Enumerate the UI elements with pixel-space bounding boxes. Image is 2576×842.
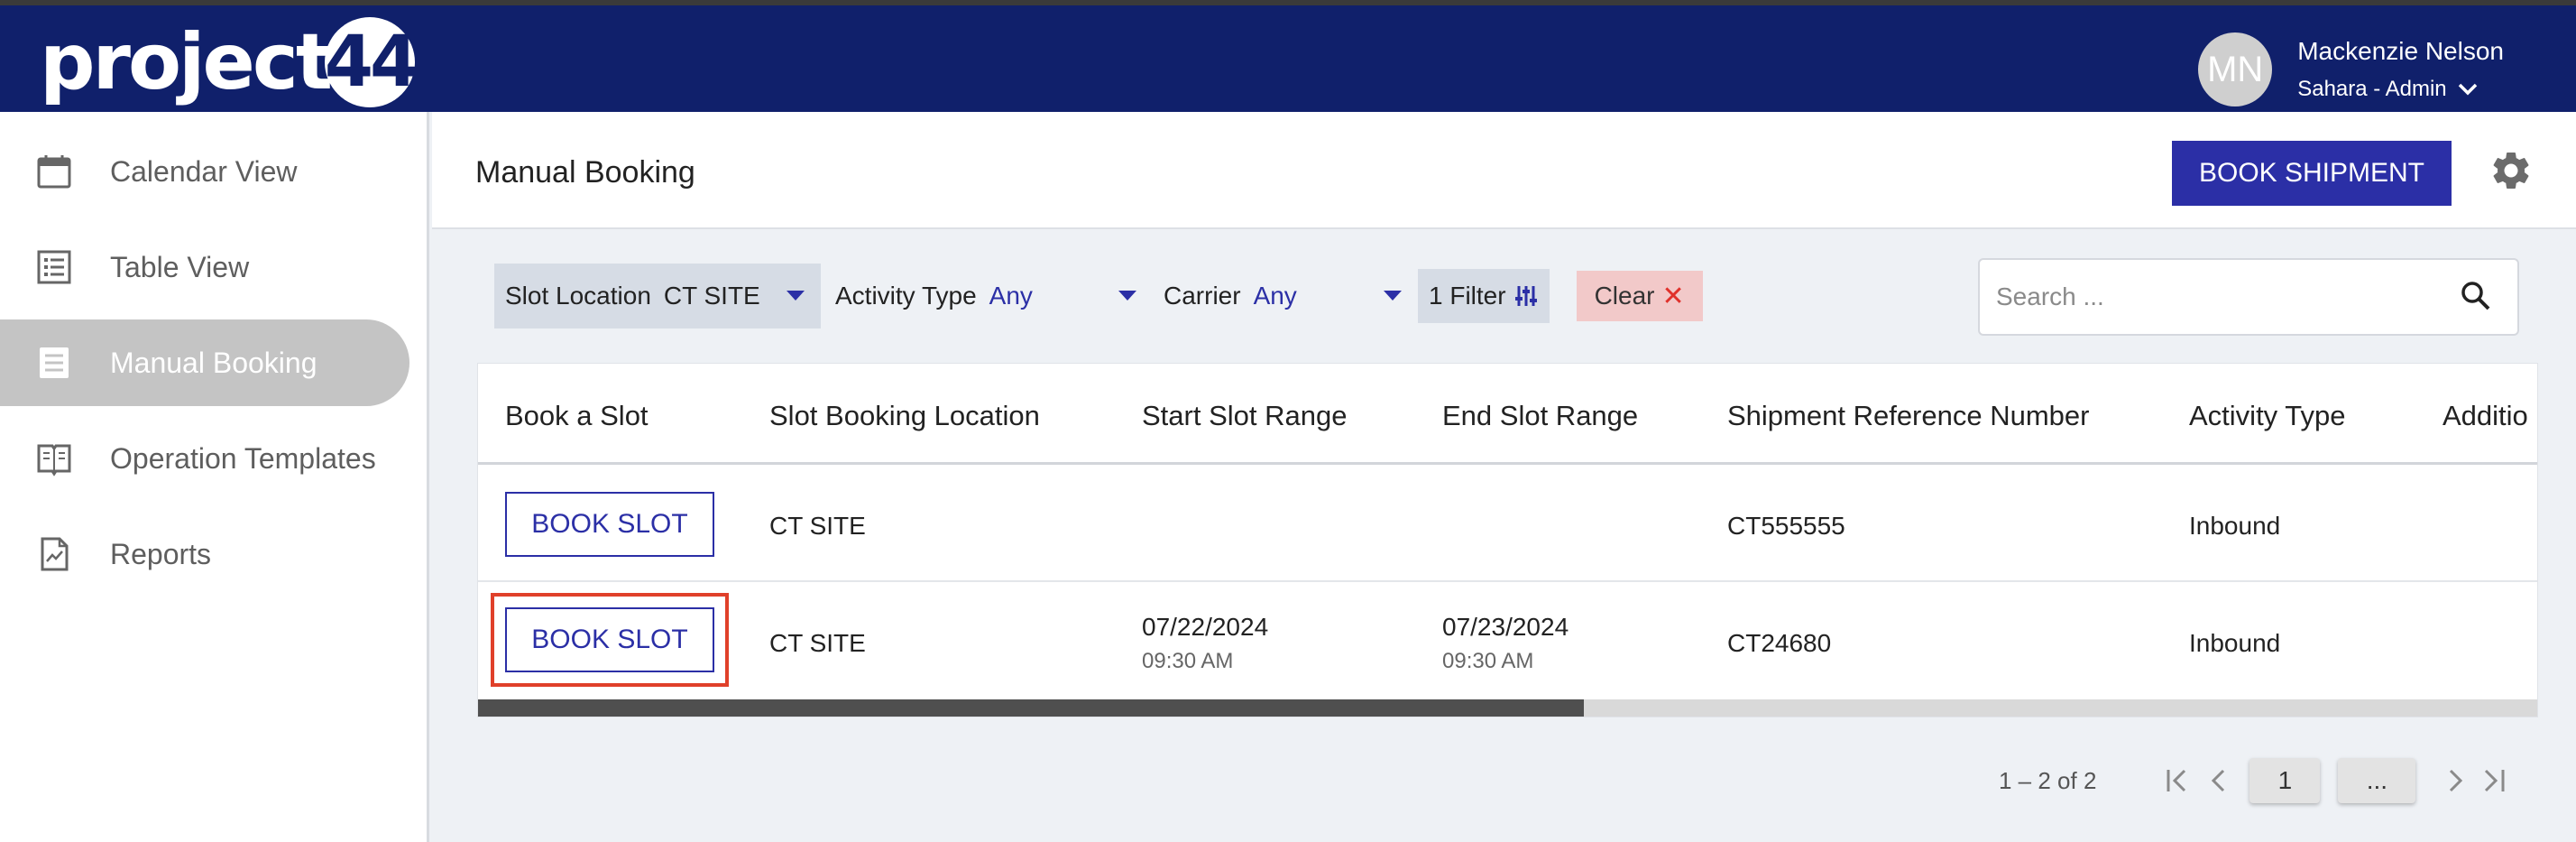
filter-count-label: 1 Filter <box>1429 282 1506 310</box>
activity-type-filter[interactable]: Activity Type Any <box>824 264 1153 328</box>
column-header[interactable]: Activity Type <box>2189 400 2345 432</box>
sidebar: Calendar View Table View Manual Booking … <box>0 112 429 842</box>
previous-page-icon[interactable] <box>2208 767 2228 794</box>
report-icon <box>41 537 69 571</box>
gear-icon[interactable] <box>2489 148 2534 193</box>
reference-cell: CT24680 <box>1727 629 1832 657</box>
chevron-down-icon[interactable] <box>2458 83 2478 96</box>
column-header[interactable]: End Slot Range <box>1442 400 1638 432</box>
slot-location-value: CT SITE <box>663 282 760 310</box>
book-shipment-button[interactable]: BOOK SHIPMENT <box>2172 141 2452 206</box>
activity-type-label: Activity Type <box>835 282 977 310</box>
end-slot-cell: 07/23/2024 09:30 AM <box>1442 613 1569 674</box>
slot-location-cell: CT SITE <box>769 512 866 540</box>
sidebar-item-label: Calendar View <box>110 154 298 188</box>
filter-count-button[interactable]: 1 Filter <box>1418 269 1550 323</box>
search-input[interactable] <box>1996 260 2447 334</box>
caret-down-icon[interactable] <box>787 291 805 301</box>
caret-down-icon[interactable] <box>1384 291 1402 301</box>
scrollbar-thumb[interactable] <box>478 699 1584 717</box>
avatar[interactable]: MN <box>2198 32 2273 106</box>
user-role: Sahara - Admin <box>2297 77 2447 101</box>
logo-text: project <box>40 17 333 107</box>
user-role-dropdown[interactable]: Sahara - Admin <box>2297 77 2504 102</box>
page-button-current[interactable]: 1 <box>2249 758 2321 803</box>
slot-location-label: Slot Location <box>505 282 651 310</box>
sidebar-item-reports[interactable]: Reports <box>0 511 409 597</box>
sidebar-item-operation-templates[interactable]: Operation Templates <box>0 415 409 502</box>
start-time: 09:30 AM <box>1142 649 1234 673</box>
carrier-filter[interactable]: Carrier Any <box>1153 264 1418 328</box>
sidebar-item-table-view[interactable]: Table View <box>0 224 409 310</box>
list-icon <box>37 250 71 284</box>
carrier-value: Any <box>1253 282 1297 310</box>
sidebar-item-label: Manual Booking <box>110 346 317 379</box>
book-slot-button[interactable]: BOOK SLOT <box>505 492 714 557</box>
table-row: BOOK SLOT CT SITE CT555555 Inbound <box>478 465 2537 582</box>
end-date: 07/23/2024 <box>1442 613 1569 641</box>
end-time: 09:30 AM <box>1442 649 1534 673</box>
activity-type-cell: Inbound <box>2189 512 2281 540</box>
column-header[interactable]: Start Slot Range <box>1142 400 1347 432</box>
search-icon[interactable] <box>2460 280 2492 312</box>
carrier-label: Carrier <box>1164 282 1241 310</box>
page-title: Manual Booking <box>475 155 695 190</box>
document-list-icon <box>40 347 69 378</box>
clear-filters-button[interactable]: Clear ✕ <box>1576 271 1703 321</box>
next-page-icon[interactable] <box>2446 767 2466 794</box>
sidebar-item-label: Operation Templates <box>110 441 376 475</box>
book-icon <box>37 444 71 477</box>
caret-down-icon[interactable] <box>1118 291 1136 301</box>
pagination-range: 1 – 2 of 2 <box>1999 766 2097 794</box>
clear-label: Clear <box>1594 282 1655 310</box>
reference-cell: CT555555 <box>1727 512 1845 540</box>
column-header[interactable]: Slot Booking Location <box>769 400 1040 432</box>
column-header[interactable]: Book a Slot <box>505 400 649 432</box>
table-row: BOOK SLOT CT SITE 07/22/2024 09:30 AM 07… <box>478 582 2537 698</box>
table-header-row: Book a Slot Slot Booking Location Start … <box>478 364 2537 465</box>
sidebar-item-label: Reports <box>110 537 212 570</box>
last-page-icon[interactable] <box>2477 767 2507 794</box>
start-date: 07/22/2024 <box>1142 613 1269 641</box>
page-button-more[interactable]: ... <box>2338 758 2416 803</box>
column-header[interactable]: Shipment Reference Number <box>1727 400 2089 432</box>
column-header[interactable]: Additio <box>2443 400 2528 432</box>
activity-type-value: Any <box>989 282 1033 310</box>
logo-number: 44 <box>325 17 419 107</box>
sliders-icon <box>1514 286 1537 306</box>
bookings-table: Book a Slot Slot Booking Location Start … <box>477 363 2538 717</box>
activity-type-cell: Inbound <box>2189 629 2281 657</box>
slot-location-filter[interactable]: Slot Location CT SITE <box>494 264 821 328</box>
close-icon: ✕ <box>1661 281 1685 311</box>
horizontal-scrollbar[interactable] <box>478 699 2537 717</box>
user-menu[interactable]: MN Mackenzie Nelson Sahara - Admin <box>2198 32 2504 106</box>
filter-bar: Slot Location CT SITE Activity Type Any … <box>494 264 1703 328</box>
user-name: Mackenzie Nelson <box>2297 37 2504 65</box>
first-page-icon[interactable] <box>2165 767 2195 794</box>
project44-logo[interactable]: project 44 <box>40 13 419 112</box>
sidebar-item-label: Table View <box>110 250 250 283</box>
book-slot-button[interactable]: BOOK SLOT <box>505 607 714 672</box>
pagination: 1 – 2 of 2 1 ... <box>1999 758 2507 803</box>
search-box <box>1978 258 2519 336</box>
slot-location-cell: CT SITE <box>769 629 866 657</box>
sidebar-item-manual-booking[interactable]: Manual Booking <box>0 319 409 406</box>
page-header: Manual Booking BOOK SHIPMENT <box>432 112 2576 229</box>
sidebar-item-calendar-view[interactable]: Calendar View <box>0 128 409 215</box>
top-bar: project 44 MN Mackenzie Nelson Sahara - A… <box>0 0 2576 112</box>
calendar-icon <box>37 155 71 189</box>
start-slot-cell: 07/22/2024 09:30 AM <box>1142 613 1268 674</box>
